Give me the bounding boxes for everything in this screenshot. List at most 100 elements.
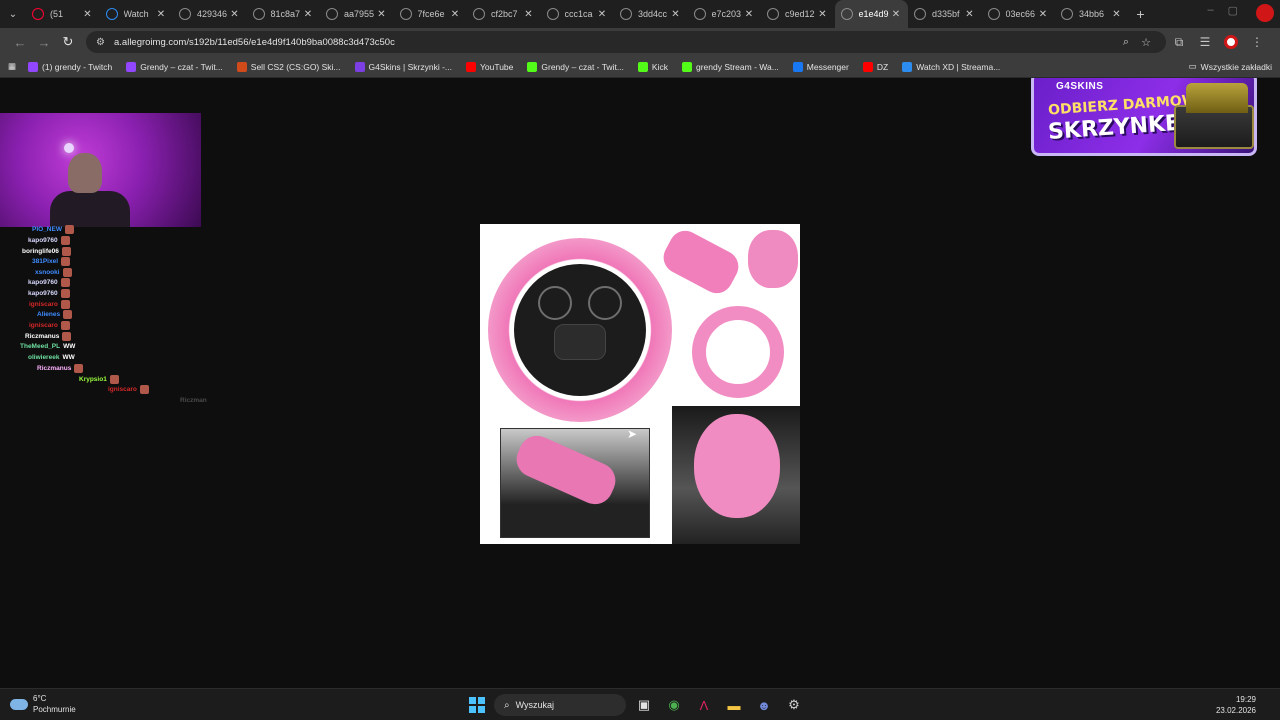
twitch-icon — [126, 61, 137, 72]
ad-brand: G4SKINS — [1056, 81, 1104, 92]
bookmark-item[interactable]: Messenger — [792, 61, 849, 72]
task-view-icon[interactable]: ▣ — [632, 693, 656, 717]
globe-icon — [252, 8, 265, 20]
new-tab-button[interactable]: + — [1129, 6, 1153, 22]
extension-avatar[interactable] — [1256, 4, 1274, 22]
gear-knob-photo — [672, 406, 800, 544]
bookmark-item[interactable]: Grendy – czat - Twit... — [126, 61, 223, 72]
taskbar-search[interactable]: ⌕ Wyszukaj — [494, 694, 626, 716]
close-tab-icon[interactable]: ✕ — [302, 9, 314, 20]
g4skins-ad-banner[interactable]: G4SKINS ODBIERZ DARMOWĄ SKRZYNKĘ! — [1031, 78, 1257, 156]
emote-icon — [60, 288, 70, 298]
bookmark-item[interactable]: grendy Stream - Wa... — [681, 61, 779, 72]
file-explorer-icon[interactable]: ▬ — [722, 693, 746, 717]
product-image[interactable] — [480, 224, 800, 544]
tab[interactable]: 429346 ✕ — [173, 0, 247, 28]
chat-username: kapo9760 — [28, 289, 58, 297]
bookmark-item[interactable]: (1) grendy - Twitch — [28, 61, 112, 72]
close-tab-icon[interactable]: ✕ — [82, 9, 94, 20]
profile-avatar[interactable] — [1224, 35, 1238, 49]
tab[interactable]: cf2bc7 ✕ — [467, 0, 541, 28]
apps-icon[interactable]: ▦ — [8, 61, 16, 72]
emote-icon — [63, 309, 73, 319]
tab[interactable]: c9ed12 ✕ — [761, 0, 835, 28]
tab[interactable]: e1e4d9 ✕ — [834, 0, 908, 28]
reading-list-icon[interactable]: ☰ — [1192, 35, 1218, 49]
bookmark-item[interactable]: Sell CS2 (CS:GO) Ski... — [236, 61, 341, 72]
weather-widget[interactable]: 6°C Pochmurnie — [10, 693, 76, 715]
chat-message: 381Pixel — [32, 256, 71, 266]
minimize-icon[interactable]: – — [1207, 4, 1213, 22]
chat-message: kapo9760 — [28, 235, 70, 245]
url-text[interactable]: a.allegroimg.com/s192b/11ed56/e1e4d9f140… — [114, 37, 1116, 48]
bookmark-star-icon[interactable]: ☆ — [1136, 36, 1156, 49]
menu-icon[interactable]: ⋮ — [1244, 35, 1270, 49]
tab[interactable]: (51 ✕ — [26, 0, 100, 28]
tab[interactable]: Watch ✕ — [100, 0, 174, 28]
tab[interactable]: 34bb6 ✕ — [1055, 0, 1129, 28]
clock-date: 23.02.2026 — [1215, 706, 1256, 715]
close-tab-icon[interactable]: ✕ — [229, 9, 241, 20]
tab[interactable]: 03ec66 ✕ — [982, 0, 1056, 28]
close-tab-icon[interactable]: ✕ — [1111, 9, 1123, 20]
close-tab-icon[interactable]: ✕ — [523, 9, 535, 20]
windows-start-icon[interactable] — [466, 694, 488, 716]
close-tab-icon[interactable]: ✕ — [964, 9, 976, 20]
extensions-icon[interactable]: ⧉ — [1166, 35, 1192, 50]
tab[interactable]: aa7955 ✕ — [320, 0, 394, 28]
g4skins-icon — [354, 61, 365, 72]
close-tab-icon[interactable]: ✕ — [817, 9, 829, 20]
bookmark-item[interactable]: Watch XD | Streama... — [902, 61, 1000, 72]
chrome-icon[interactable]: ◉ — [662, 693, 686, 717]
forward-button[interactable]: → — [32, 35, 56, 50]
page-content: PIO_NEW kapo9760 boringlife06 381Pixel xsnoo… — [0, 78, 1280, 688]
back-button[interactable]: ← — [8, 35, 32, 50]
tab[interactable]: e7c203 ✕ — [688, 0, 762, 28]
system-clock[interactable]: 19:29 23.02.2026 — [1216, 694, 1256, 716]
close-tab-icon[interactable]: ✕ — [155, 9, 167, 20]
close-tab-icon[interactable]: ✕ — [890, 9, 902, 20]
steam-icon[interactable]: ⚙ — [782, 693, 806, 717]
emote-icon — [62, 267, 72, 277]
skin-icon — [236, 61, 247, 72]
bookmark-item[interactable]: G4Skins | Skrzynki -... — [354, 61, 452, 72]
bookmark-item[interactable]: Grendy – czat - Twit... — [527, 61, 624, 72]
tab[interactable]: d335bf ✕ — [908, 0, 982, 28]
chat-username: 381Pixel — [32, 257, 59, 265]
tab[interactable]: 3dd4cc ✕ — [614, 0, 688, 28]
chat-message: Alienes — [37, 309, 73, 319]
tab[interactable]: 81c8a7 ✕ — [247, 0, 321, 28]
maximize-icon[interactable]: ▢ — [1228, 4, 1238, 22]
zoom-icon[interactable]: ⌕ — [1116, 36, 1136, 49]
close-tab-icon[interactable]: ✕ — [743, 9, 755, 20]
bookmark-item[interactable]: YouTube — [465, 61, 513, 72]
tab-list: (51 ✕ Watch ✕ 429346 ✕ 81c8a7 ✕ aa7955 ✕ 7fce6e ✕ cf… — [26, 0, 1129, 28]
discord-icon[interactable]: ☻ — [752, 693, 776, 717]
bookmark-label: Sell CS2 (CS:GO) Ski... — [250, 61, 341, 72]
tab[interactable]: ccc1ca ✕ — [541, 0, 615, 28]
close-tab-icon[interactable]: ✕ — [1037, 9, 1049, 20]
wheel-inner — [514, 264, 646, 396]
chat-message: Riczmanus — [25, 331, 72, 341]
site-info-icon[interactable]: ⚙ — [96, 37, 108, 48]
globe-icon — [473, 8, 485, 20]
close-tab-icon[interactable]: ✕ — [596, 9, 608, 20]
toolbar: ← → ↻ ⚙ a.allegroimg.com/s192b/11ed56/e1… — [0, 28, 1280, 56]
gauge — [538, 286, 572, 320]
bookmark-item[interactable]: Kick — [637, 61, 668, 72]
all-bookmarks-folder[interactable]: ▭ Wszystkie zakładki — [1189, 61, 1272, 72]
bookmark-label: Messenger — [806, 61, 849, 72]
globe-icon — [620, 8, 632, 20]
close-tab-icon[interactable]: ✕ — [376, 9, 388, 20]
omnibox[interactable]: ⚙ a.allegroimg.com/s192b/11ed56/e1e4d9f1… — [86, 31, 1166, 53]
bookmark-item[interactable]: DZ — [862, 61, 888, 72]
tab-search-icon[interactable]: ⌄ — [0, 0, 26, 28]
tab[interactable]: 7fce6e ✕ — [394, 0, 468, 28]
globe-icon — [987, 8, 1000, 20]
close-tab-icon[interactable]: ✕ — [449, 9, 461, 20]
globe-icon — [693, 8, 706, 20]
reload-button[interactable]: ↻ — [56, 34, 80, 50]
chat-text: WW — [63, 342, 76, 350]
close-tab-icon[interactable]: ✕ — [670, 9, 682, 20]
app-icon[interactable]: Λ — [692, 693, 716, 717]
